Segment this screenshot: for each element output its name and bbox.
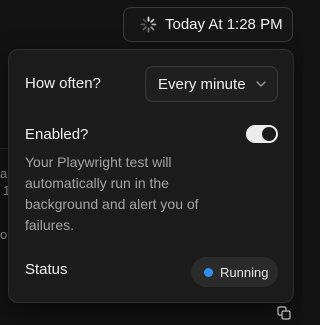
app-root: ar 1 o Today At 1:28 PM How often? Every…	[0, 0, 303, 325]
enabled-description: Your Playwright test will automatically …	[25, 154, 199, 233]
chevron-down-icon	[256, 81, 266, 87]
spinner-icon	[140, 16, 157, 33]
frequency-label: How often?	[25, 75, 101, 92]
frequency-selected-value: Every minute	[158, 75, 246, 93]
trigger-label: Today At 1:28 PM	[165, 16, 283, 33]
status-value: Running	[220, 264, 269, 280]
copy-icon[interactable]	[277, 306, 291, 320]
enabled-toggle[interactable]	[246, 125, 278, 143]
enabled-label: Enabled?	[25, 126, 89, 143]
schedule-trigger-button[interactable]: Today At 1:28 PM	[123, 7, 293, 42]
frequency-select[interactable]: Every minute	[145, 66, 278, 102]
status-dot-icon	[204, 267, 213, 277]
status-label: Status	[25, 261, 68, 278]
schedule-popover: How often? Every minute Enabled? Your Pl…	[8, 49, 294, 303]
background-text-fragment: o	[0, 227, 8, 242]
status-badge: Running	[191, 257, 278, 287]
toggle-knob	[262, 127, 276, 141]
